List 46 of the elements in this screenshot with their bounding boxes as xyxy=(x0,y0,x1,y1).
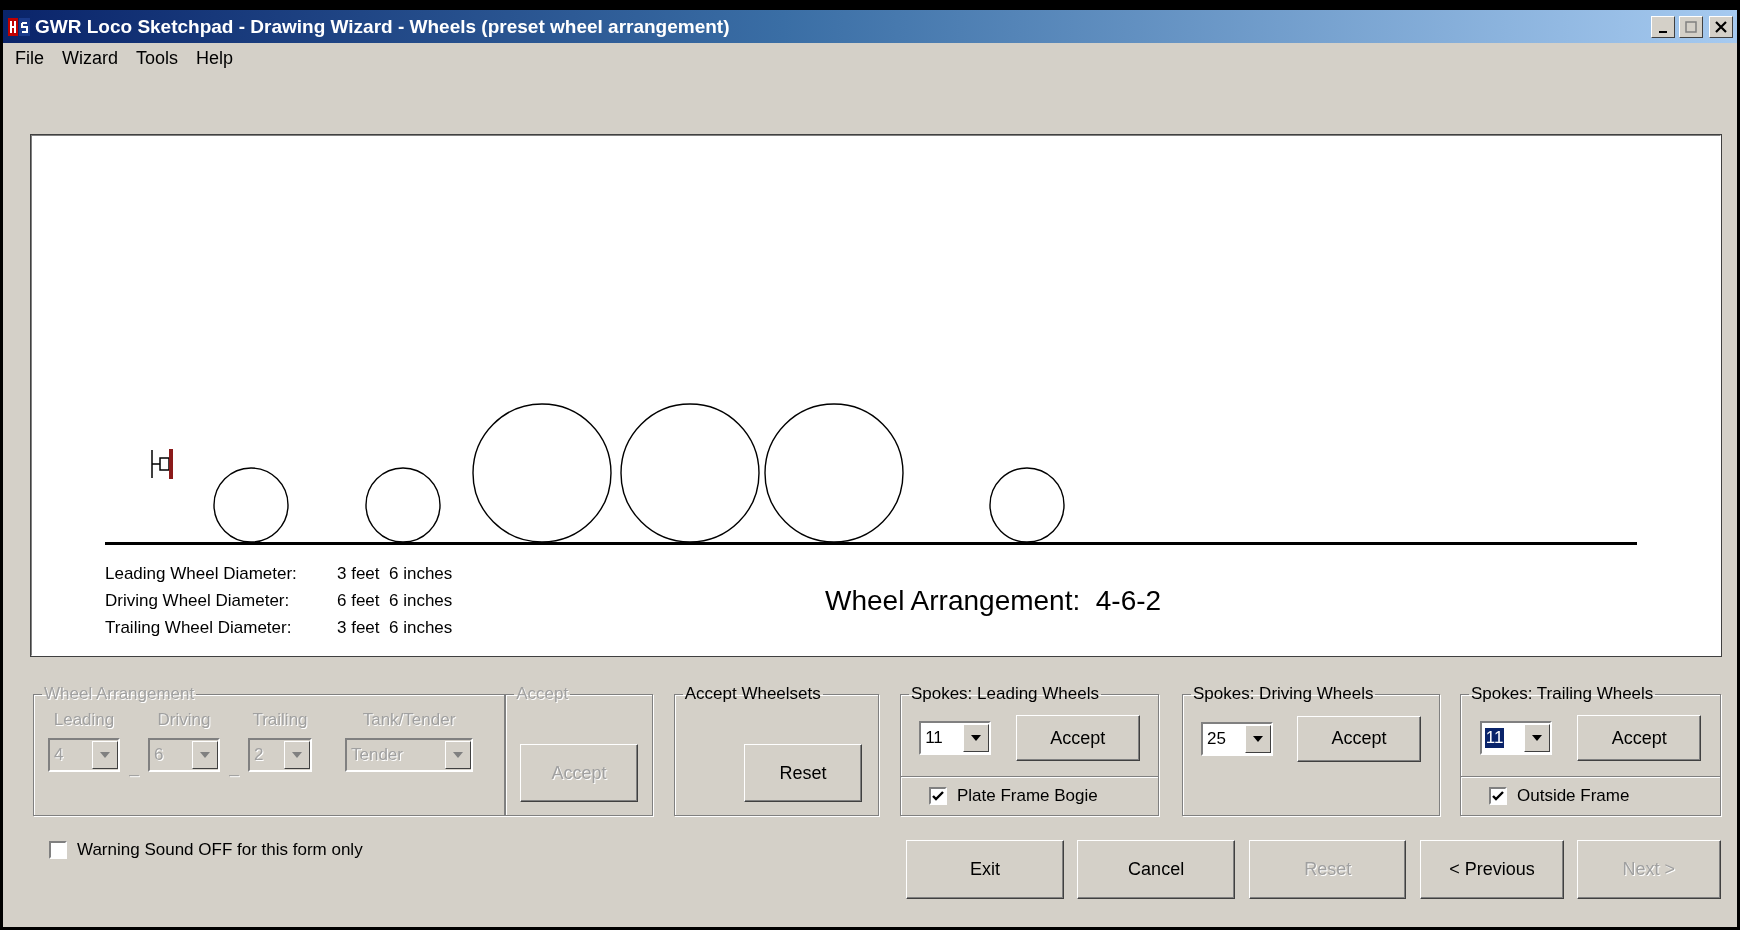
group-title: Accept xyxy=(515,684,570,704)
buffer-icon xyxy=(151,449,173,479)
dropdown-arrow-icon[interactable] xyxy=(1252,735,1263,742)
accept-button[interactable]: Accept xyxy=(1577,715,1702,761)
separator-text: _ xyxy=(228,758,240,778)
minimize-button[interactable] xyxy=(1651,15,1675,38)
checkbox-label: Plate Frame Bogie xyxy=(956,786,1098,806)
checkbox[interactable] xyxy=(49,840,67,859)
dropdown-field[interactable]: 11 xyxy=(919,721,992,755)
diameter-value: 3 feet 6 inches xyxy=(337,564,454,584)
menu-item[interactable]: File xyxy=(7,45,52,71)
diameter-value: 3 feet 6 inches xyxy=(337,618,454,638)
dropdown-arrow-icon[interactable] xyxy=(1531,735,1542,741)
checkbox-label: Outside Frame xyxy=(1517,786,1630,806)
accept-button[interactable]: Accept xyxy=(1296,715,1421,762)
dropdown-field[interactable]: 25 xyxy=(1200,721,1273,756)
reset-button[interactable]: Reset xyxy=(743,744,862,802)
checkbox[interactable] xyxy=(1489,787,1507,805)
diameter-label: Trailing Wheel Diameter: xyxy=(105,618,293,638)
wizard-button[interactable]: Exit xyxy=(905,840,1065,899)
group-title: Spokes: Trailing Wheels xyxy=(1470,684,1655,704)
menu-item[interactable]: Help xyxy=(188,45,242,71)
close-icon xyxy=(1715,20,1727,33)
group-title: Spokes: Leading Wheels xyxy=(909,684,1100,704)
dropdown-arrow-icon[interactable] xyxy=(971,735,982,741)
checkbox[interactable] xyxy=(928,787,947,805)
group-title: Wheel Arrangement xyxy=(43,684,196,704)
maximize-icon xyxy=(1685,20,1697,33)
diameter-label: Driving Wheel Diameter: xyxy=(105,591,291,611)
diameter-label: Leading Wheel Diameter: xyxy=(105,564,298,584)
separator-text: _ xyxy=(128,758,140,778)
accept-button[interactable]: Accept xyxy=(1015,715,1140,761)
diameter-value: 6 feet 6 inches xyxy=(337,591,454,611)
group-title: Accept Wheelsets xyxy=(683,684,822,704)
group-title: Spokes: Driving Wheels xyxy=(1191,684,1375,704)
wizard-button[interactable]: Cancel xyxy=(1077,840,1236,899)
wizard-button[interactable]: < Previous xyxy=(1420,840,1564,899)
maximize-button[interactable] xyxy=(1679,15,1703,38)
wheel-arrangement-text: Wheel Arrangement: 4-6-2 xyxy=(825,585,1163,617)
minimize-icon xyxy=(1659,30,1667,33)
menu-item[interactable]: Wizard xyxy=(54,45,127,71)
window-title: GWR Loco Sketchpad - Drawing Wizard - Wheels (preset wheel arrangement) xyxy=(35,15,731,38)
close-button[interactable] xyxy=(1709,15,1733,38)
menu-item[interactable]: Tools xyxy=(128,45,187,71)
checkbox-label: Warning Sound OFF for this form only xyxy=(77,839,363,860)
dropdown-field[interactable]: 11 xyxy=(1479,721,1552,755)
